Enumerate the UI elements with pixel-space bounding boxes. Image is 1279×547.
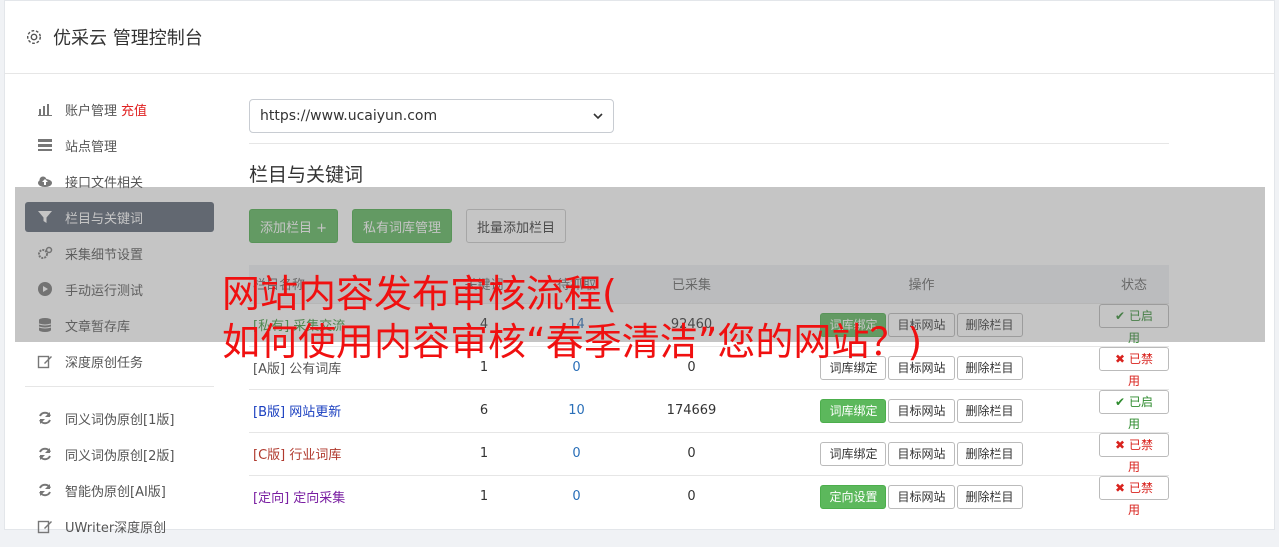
status-label: 已禁用 (1127, 437, 1153, 474)
collected-count: 0 (639, 474, 744, 518)
pending-count[interactable]: 0 (514, 431, 639, 475)
sidebar-item-label: 智能伪原创[AI版] (65, 484, 166, 500)
table-row: [C版] 行业词库 1 0 0 词库绑定 目标网站 删除栏目 ✖ 已禁用 (249, 431, 1169, 475)
banner-line-1: 网站内容发布审核流程( (222, 272, 617, 316)
sidebar-item[interactable]: 站点管理 (25, 130, 214, 160)
status-cell: ✖ 已禁用 (1099, 431, 1169, 475)
sidebar-item[interactable]: UWriter深度原创 (25, 511, 214, 541)
edit-icon (37, 353, 53, 369)
status-label: 已禁用 (1127, 480, 1153, 517)
column-tag: [B版] (253, 405, 286, 420)
pending-count[interactable]: 10 (514, 388, 639, 432)
bind-lib-button[interactable]: 词库绑定 (820, 398, 887, 423)
delete-column-button[interactable]: 删除栏目 (956, 484, 1023, 509)
sidebar-item[interactable]: 同义词伪原创[1版] (25, 403, 214, 433)
column-name: 行业词库 (289, 448, 342, 463)
column-name: 网站更新 (289, 405, 342, 420)
check-icon: ✔ (1115, 394, 1126, 409)
column-tag: [定向] (253, 491, 290, 506)
sidebar-item-label: UWriter深度原创 (65, 520, 167, 536)
sidebar-item[interactable]: 深度原创任务 (25, 346, 214, 376)
delete-column-button[interactable]: 删除栏目 (956, 441, 1023, 466)
keyword-count: 1 (454, 431, 514, 475)
status-toggle[interactable]: ✖ 已禁用 (1099, 475, 1169, 517)
sidebar-item-label: 账户管理 (65, 103, 118, 119)
pending-count[interactable]: 0 (514, 474, 639, 518)
site-select-value: https://www.ucaiyun.com (260, 108, 438, 124)
collected-count: 174669 (639, 388, 744, 432)
target-site-button[interactable]: 目标网站 (888, 484, 955, 509)
column-name-cell[interactable]: [B版] 网站更新 (249, 388, 454, 432)
delete-column-button[interactable]: 删除栏目 (956, 398, 1023, 423)
bar-chart-icon (37, 101, 53, 117)
refresh-icon (37, 482, 53, 498)
refresh-icon (37, 446, 53, 462)
nav-divider (25, 386, 214, 387)
sidebar-item-label: 同义词伪原创[1版] (65, 412, 175, 428)
server-icon (37, 137, 53, 153)
table-row: [B版] 网站更新 6 10 174669 词库绑定 目标网站 删除栏目 ✔ 已启用 (249, 388, 1169, 432)
actions-cell: 词库绑定 目标网站 删除栏目 (744, 388, 1099, 432)
column-name-cell[interactable]: [C版] 行业词库 (249, 431, 454, 475)
close-icon: ✖ (1115, 437, 1126, 452)
column-name-cell[interactable]: [定向] 定向采集 (249, 474, 454, 518)
sidebar-item[interactable]: 账户管理 充值 (25, 94, 214, 124)
close-icon: ✖ (1115, 480, 1126, 495)
site-select[interactable]: https://www.ucaiyun.com (249, 99, 614, 133)
column-tag: [C版] (253, 448, 286, 463)
target-site-button[interactable]: 目标网站 (888, 398, 955, 423)
target-site-button[interactable]: 目标网站 (888, 441, 955, 466)
keyword-count: 1 (454, 474, 514, 518)
divider (249, 143, 1169, 144)
status-toggle[interactable]: ✔ 已启用 (1099, 389, 1169, 431)
sidebar-item[interactable]: 同义词伪原创[2版] (25, 439, 214, 469)
status-toggle[interactable]: ✖ 已禁用 (1099, 432, 1169, 474)
status-cell: ✔ 已启用 (1099, 388, 1169, 432)
refresh-icon (37, 410, 53, 426)
bind-lib-button[interactable]: 定向设置 (820, 484, 887, 509)
actions-cell: 定向设置 目标网站 删除栏目 (744, 474, 1099, 518)
app-header: 优采云 管理控制台 (5, 1, 1274, 74)
status-cell: ✖ 已禁用 (1099, 474, 1169, 518)
recharge-link[interactable]: 充值 (121, 100, 147, 119)
column-name: 定向采集 (293, 491, 346, 506)
app-title: 优采云 管理控制台 (53, 28, 203, 49)
sidebar-item-label: 深度原创任务 (65, 355, 144, 371)
table-row: [定向] 定向采集 1 0 0 定向设置 目标网站 删除栏目 ✖ 已禁用 (249, 474, 1169, 518)
status-label: 已启用 (1127, 394, 1153, 431)
actions-cell: 词库绑定 目标网站 删除栏目 (744, 431, 1099, 475)
banner-line-2: 如何使用内容审核“春季清洁”您的网站？) (222, 320, 923, 364)
gear-icon (26, 29, 42, 45)
chevron-down-icon (593, 113, 603, 120)
collected-count: 0 (639, 431, 744, 475)
sidebar-item-label: 站点管理 (65, 139, 118, 155)
keyword-count: 6 (454, 388, 514, 432)
section-title: 栏目与关键词 (249, 164, 364, 186)
title-banner: 网站内容发布审核流程( 如何使用内容审核“春季清洁”您的网站？) (222, 270, 1272, 366)
sidebar-item[interactable]: 智能伪原创[AI版] (25, 475, 214, 505)
sidebar-item-label: 同义词伪原创[2版] (65, 448, 175, 464)
bind-lib-button[interactable]: 词库绑定 (820, 441, 887, 466)
edit-icon (37, 518, 53, 534)
